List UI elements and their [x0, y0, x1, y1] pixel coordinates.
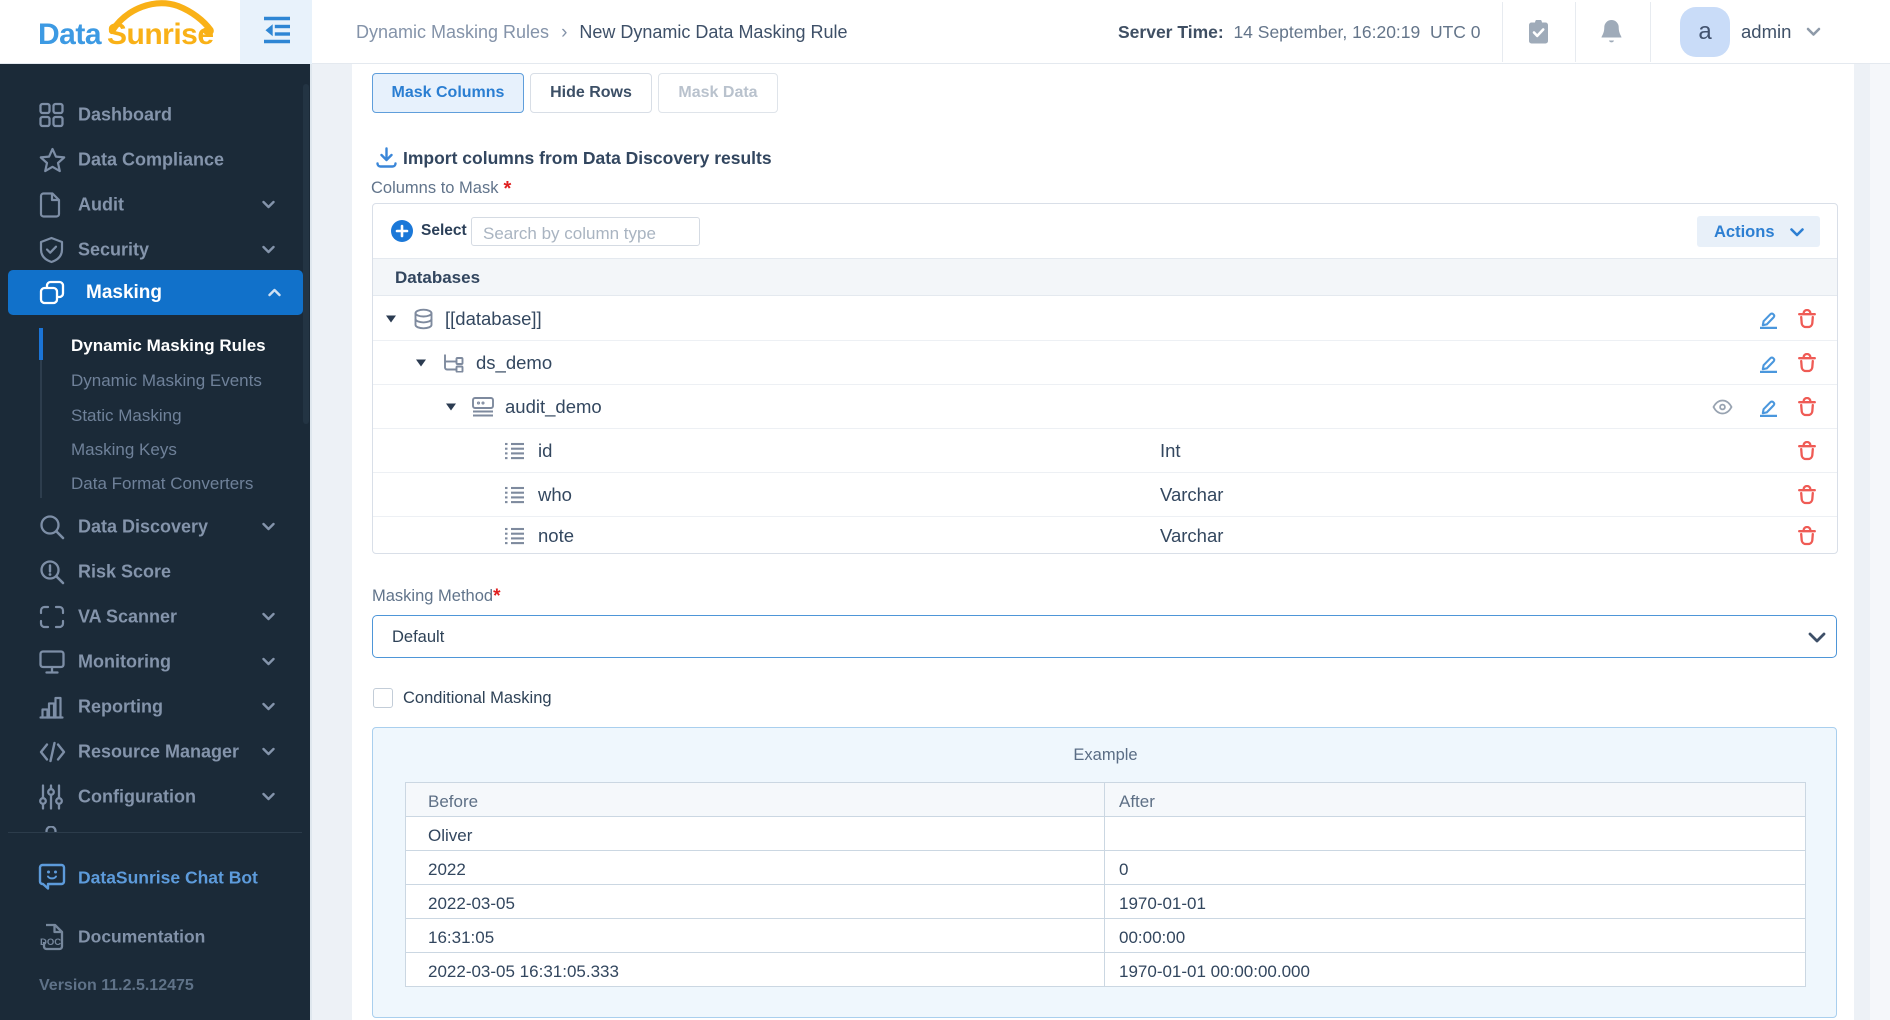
svg-text:Data: Data — [38, 18, 102, 51]
svg-text:Sunrise: Sunrise — [107, 18, 214, 51]
svg-text:DOC: DOC — [40, 937, 61, 948]
